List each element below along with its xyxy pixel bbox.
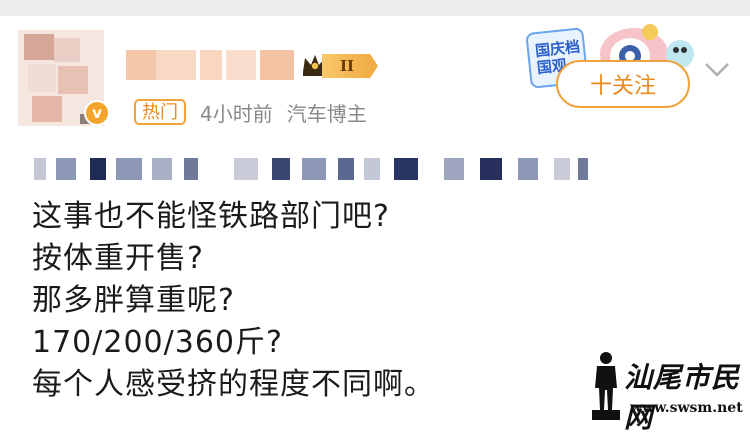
chevron-down-icon[interactable]	[702, 58, 732, 82]
person-silhouette-icon	[592, 352, 620, 420]
watermark-url: www.swsm.net	[630, 400, 743, 416]
post-body: 这事也不能怪铁路部门吧? 按体重开售? 那多胖算重呢? 170/200/360斤…	[32, 196, 592, 406]
post-line: 170/200/360斤?	[32, 325, 283, 360]
level-badge: II	[322, 54, 378, 78]
post-meta: 热门 4小时前 汽车博主	[134, 97, 367, 127]
top-divider-bar	[0, 0, 750, 16]
hot-tag[interactable]: 热门	[134, 99, 186, 125]
post-line: 这事也不能怪铁路部门吧?	[32, 199, 390, 234]
post-line: 按体重开售?	[32, 241, 204, 276]
watermark-title: 汕尾市民网	[624, 361, 741, 434]
verified-v-icon: v	[84, 100, 110, 126]
post-time: 4小时前	[200, 101, 273, 126]
follow-button[interactable]: 十关注	[556, 60, 690, 108]
post-line: 每个人感受挤的程度不同啊。	[32, 367, 435, 402]
author-role: 汽车博主	[286, 101, 367, 126]
username-blurred[interactable]	[126, 50, 296, 80]
post-line: 那多胖算重呢?	[32, 283, 235, 318]
blurred-text-line	[34, 158, 594, 180]
site-watermark: 汕尾市民网 www.swsm.net	[588, 350, 748, 434]
